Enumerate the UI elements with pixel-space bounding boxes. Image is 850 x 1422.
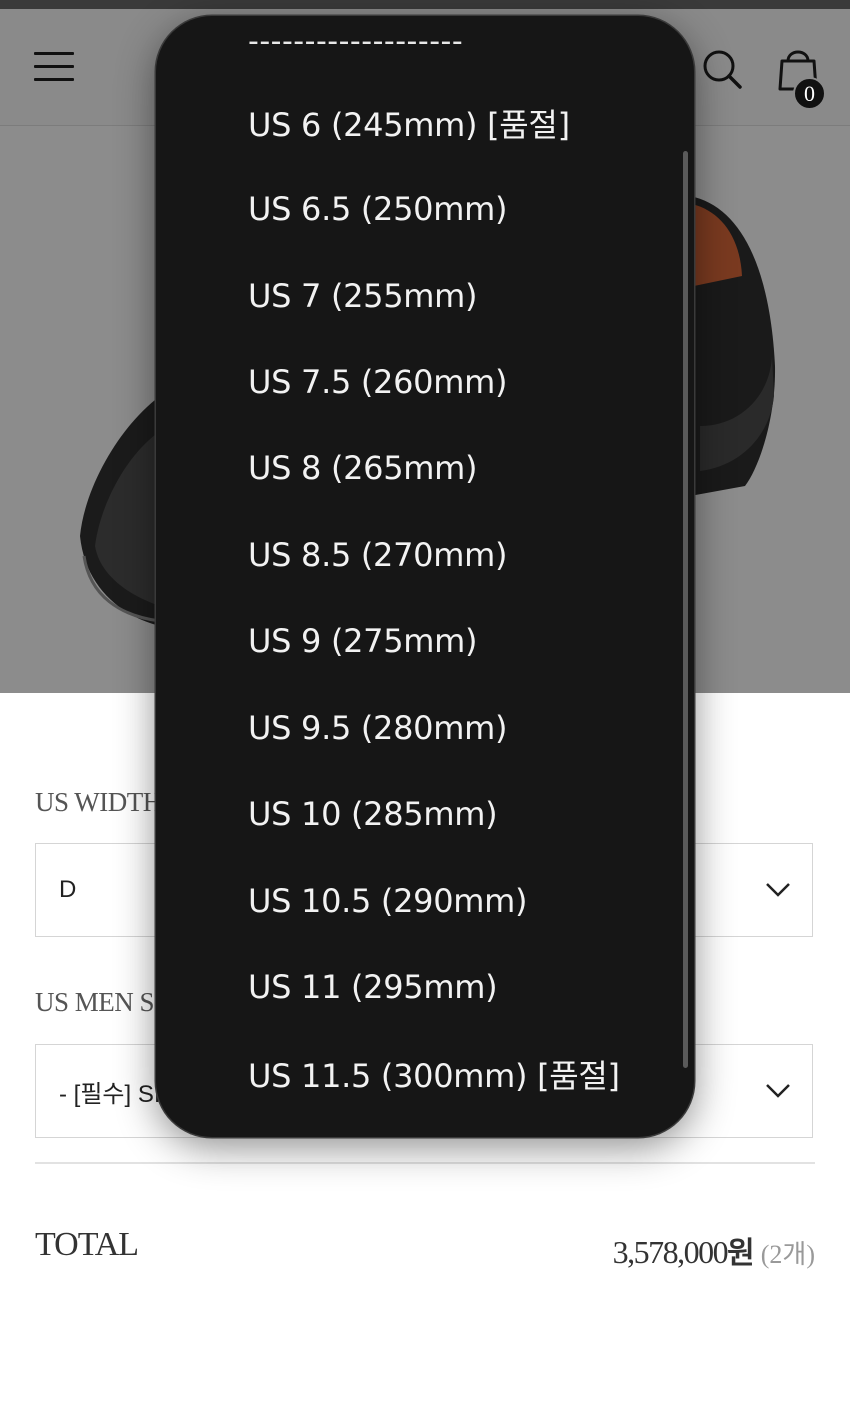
chevron-down-icon bbox=[766, 883, 790, 897]
picker-option[interactable]: US 7.5 (260mm) bbox=[248, 352, 507, 412]
currency-unit: 원 bbox=[727, 1236, 755, 1271]
picker-option[interactable]: US 9.5 (280mm) bbox=[248, 698, 507, 758]
picker-option[interactable]: US 11 (295mm) bbox=[248, 957, 498, 1017]
picker-separator: ------------------- bbox=[248, 24, 464, 59]
total-label: TOTAL bbox=[35, 1226, 139, 1263]
divider bbox=[35, 1162, 815, 1164]
picker-option[interactable]: US 6.5 (250mm) bbox=[248, 179, 507, 239]
chevron-down-icon bbox=[766, 1084, 790, 1098]
width-label: US WIDTH bbox=[35, 787, 162, 817]
menu-icon[interactable] bbox=[34, 52, 74, 82]
picker-option[interactable]: US 10.5 (290mm) bbox=[248, 871, 528, 931]
total-price: 3,578,000 bbox=[612, 1234, 729, 1270]
total-amount: 3,578,000원 (2개) bbox=[613, 1228, 815, 1272]
picker-option[interactable]: US 8.5 (270mm) bbox=[248, 525, 507, 585]
search-icon[interactable] bbox=[700, 47, 744, 91]
size-picker-dropdown[interactable]: ------------------- US 6 (245mm) [품절] US… bbox=[156, 16, 694, 1137]
status-strip bbox=[0, 0, 850, 9]
cart-count-badge: 0 bbox=[793, 77, 826, 110]
total-quantity: (2개) bbox=[760, 1240, 815, 1269]
picker-option[interactable]: US 6 (245mm) [품절] bbox=[248, 93, 570, 153]
picker-option[interactable]: US 7 (255mm) bbox=[248, 266, 478, 326]
picker-option[interactable]: US 8 (265mm) bbox=[248, 438, 478, 498]
picker-scrollbar[interactable] bbox=[683, 151, 688, 1068]
picker-option[interactable]: US 11.5 (300mm) [품절] bbox=[248, 1044, 620, 1104]
picker-option[interactable]: US 10 (285mm) bbox=[248, 784, 498, 844]
picker-option[interactable]: US 9 (275mm) bbox=[248, 611, 478, 671]
width-select-value: D bbox=[59, 876, 77, 903]
